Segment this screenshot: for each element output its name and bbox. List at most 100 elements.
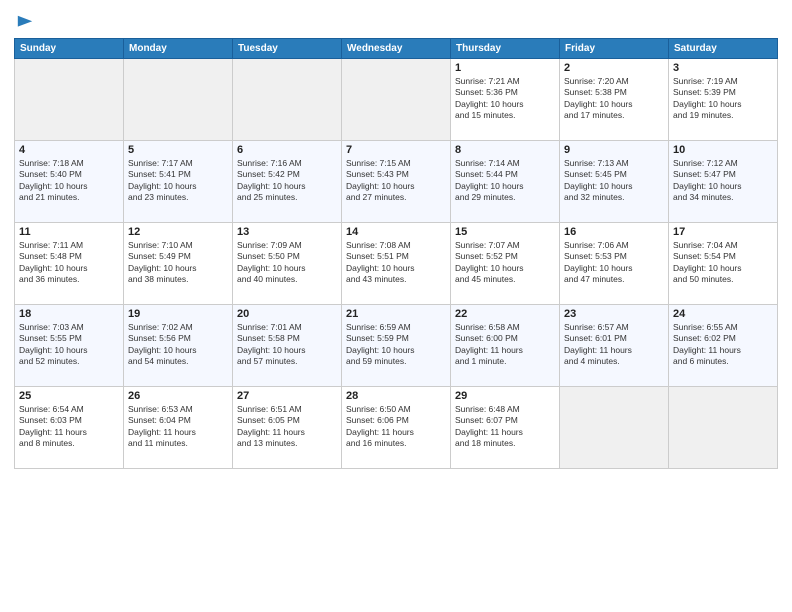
weekday-header-thursday: Thursday (451, 39, 560, 59)
calendar-page: SundayMondayTuesdayWednesdayThursdayFrid… (0, 0, 792, 612)
logo (14, 14, 34, 30)
calendar-cell: 26Sunrise: 6:53 AM Sunset: 6:04 PM Dayli… (124, 387, 233, 469)
day-number: 5 (128, 144, 228, 156)
weekday-header-saturday: Saturday (669, 39, 778, 59)
day-info: Sunrise: 6:53 AM Sunset: 6:04 PM Dayligh… (128, 404, 228, 450)
calendar-week-4: 18Sunrise: 7:03 AM Sunset: 5:55 PM Dayli… (15, 305, 778, 387)
day-number: 21 (346, 308, 446, 320)
day-info: Sunrise: 7:02 AM Sunset: 5:56 PM Dayligh… (128, 322, 228, 368)
day-number: 22 (455, 308, 555, 320)
calendar-cell: 22 Sunrise: 6:58 AM Sunset: 6:00 PM Dayli… (451, 305, 560, 387)
day-info: Sunrise: 6:57 AM Sunset: 6:01 PM Dayligh… (564, 322, 664, 368)
calendar-cell: 28 Sunrise: 6:50 AM Sunset: 6:06 PM Dayli… (342, 387, 451, 469)
calendar-cell: 29 Sunrise: 6:48 AM Sunset: 6:07 PM Dayli… (451, 387, 560, 469)
weekday-header-wednesday: Wednesday (342, 39, 451, 59)
calendar-cell: 7 Sunrise: 7:15 AM Sunset: 5:43 PM Daylig… (342, 141, 451, 223)
calendar-cell: 3 Sunrise: 7:19 AM Sunset: 5:39 PM Daylig… (669, 59, 778, 141)
day-info: Sunrise: 7:14 AM Sunset: 5:44 PM Dayligh… (455, 158, 555, 204)
logo-flag-icon (16, 14, 34, 32)
day-info: Sunrise: 6:51 AM Sunset: 6:05 PM Dayligh… (237, 404, 337, 450)
calendar-cell: 16 Sunrise: 7:06 AM Sunset: 5:53 PM Dayli… (560, 223, 669, 305)
day-info: Sunrise: 6:48 AM Sunset: 6:07 PM Dayligh… (455, 404, 555, 450)
day-info: Sunrise: 7:06 AM Sunset: 5:53 PM Dayligh… (564, 240, 664, 286)
day-info: Sunrise: 7:07 AM Sunset: 5:52 PM Dayligh… (455, 240, 555, 286)
calendar-week-1: 1Sunrise: 7:21 AM Sunset: 5:36 PM Daylig… (15, 59, 778, 141)
weekday-header-friday: Friday (560, 39, 669, 59)
day-info: Sunrise: 7:04 AM Sunset: 5:54 PM Dayligh… (673, 240, 773, 286)
day-number: 25 (19, 390, 119, 402)
day-info: Sunrise: 7:15 AM Sunset: 5:43 PM Dayligh… (346, 158, 446, 204)
day-info: Sunrise: 6:50 AM Sunset: 6:06 PM Dayligh… (346, 404, 446, 450)
day-number: 2 (564, 62, 664, 74)
calendar-cell: 24 Sunrise: 6:55 AM Sunset: 6:02 PM Dayli… (669, 305, 778, 387)
calendar-cell: 9 Sunrise: 7:13 AM Sunset: 5:45 PM Daylig… (560, 141, 669, 223)
day-number: 11 (19, 226, 119, 238)
day-number: 9 (564, 144, 664, 156)
calendar-cell: 10 Sunrise: 7:12 AM Sunset: 5:47 PM Dayli… (669, 141, 778, 223)
day-number: 13 (237, 226, 337, 238)
calendar-cell: 23 Sunrise: 6:57 AM Sunset: 6:01 PM Dayli… (560, 305, 669, 387)
calendar-cell: 2 Sunrise: 7:20 AM Sunset: 5:38 PM Daylig… (560, 59, 669, 141)
day-number: 12 (128, 226, 228, 238)
calendar-cell: 15 Sunrise: 7:07 AM Sunset: 5:52 PM Dayli… (451, 223, 560, 305)
day-info: Sunrise: 7:08 AM Sunset: 5:51 PM Dayligh… (346, 240, 446, 286)
day-number: 3 (673, 62, 773, 74)
day-info: Sunrise: 6:55 AM Sunset: 6:02 PM Dayligh… (673, 322, 773, 368)
calendar-cell: 11 Sunrise: 7:11 AM Sunset: 5:48 PM Dayli… (15, 223, 124, 305)
weekday-header-row: SundayMondayTuesdayWednesdayThursdayFrid… (15, 39, 778, 59)
logo-text (14, 14, 34, 30)
day-number: 7 (346, 144, 446, 156)
calendar-cell: 12 Sunrise: 7:10 AM Sunset: 5:49 PM Dayli… (124, 223, 233, 305)
day-number: 8 (455, 144, 555, 156)
weekday-header-tuesday: Tuesday (233, 39, 342, 59)
header (14, 10, 778, 30)
day-number: 19 (128, 308, 228, 320)
day-number: 15 (455, 226, 555, 238)
day-info: Sunrise: 7:12 AM Sunset: 5:47 PM Dayligh… (673, 158, 773, 204)
day-number: 10 (673, 144, 773, 156)
day-info: Sunrise: 7:09 AM Sunset: 5:50 PM Dayligh… (237, 240, 337, 286)
calendar-cell: 20 Sunrise: 7:01 AM Sunset: 5:58 PM Dayli… (233, 305, 342, 387)
calendar-cell: 19 Sunrise: 7:02 AM Sunset: 5:56 PM Dayli… (124, 305, 233, 387)
calendar-cell: 5 Sunrise: 7:17 AM Sunset: 5:41 PM Daylig… (124, 141, 233, 223)
day-number: 28 (346, 390, 446, 402)
day-number: 14 (346, 226, 446, 238)
calendar-cell: 6 Sunrise: 7:16 AM Sunset: 5:42 PM Daylig… (233, 141, 342, 223)
day-info: Sunrise: 7:20 AM Sunset: 5:38 PM Dayligh… (564, 76, 664, 122)
day-info: Sunrise: 6:58 AM Sunset: 6:00 PM Dayligh… (455, 322, 555, 368)
day-info: Sunrise: 7:01 AM Sunset: 5:58 PM Dayligh… (237, 322, 337, 368)
day-number: 6 (237, 144, 337, 156)
day-info: Sunrise: 7:10 AM Sunset: 5:49 PM Dayligh… (128, 240, 228, 286)
day-number: 4 (19, 144, 119, 156)
calendar-cell (233, 59, 342, 141)
calendar-cell: 25 Sunrise: 6:54 AM Sunset: 6:03 PM Dayli… (15, 387, 124, 469)
calendar-cell (15, 59, 124, 141)
calendar-cell: 14 Sunrise: 7:08 AM Sunset: 5:51 PM Dayli… (342, 223, 451, 305)
day-number: 23 (564, 308, 664, 320)
day-info: Sunrise: 7:17 AM Sunset: 5:41 PM Dayligh… (128, 158, 228, 204)
calendar-week-5: 25 Sunrise: 6:54 AM Sunset: 6:03 PM Dayli… (15, 387, 778, 469)
calendar-cell: 27 Sunrise: 6:51 AM Sunset: 6:05 PM Dayli… (233, 387, 342, 469)
calendar-week-2: 4Sunrise: 7:18 AM Sunset: 5:40 PM Daylig… (15, 141, 778, 223)
day-number: 16 (564, 226, 664, 238)
calendar-cell (560, 387, 669, 469)
day-info: Sunrise: 7:19 AM Sunset: 5:39 PM Dayligh… (673, 76, 773, 122)
calendar-cell: 21 Sunrise: 6:59 AM Sunset: 5:59 PM Dayli… (342, 305, 451, 387)
calendar-cell: 18Sunrise: 7:03 AM Sunset: 5:55 PM Dayli… (15, 305, 124, 387)
day-number: 29 (455, 390, 555, 402)
day-info: Sunrise: 7:16 AM Sunset: 5:42 PM Dayligh… (237, 158, 337, 204)
day-number: 18 (19, 308, 119, 320)
day-info: Sunrise: 6:59 AM Sunset: 5:59 PM Dayligh… (346, 322, 446, 368)
day-info: Sunrise: 6:54 AM Sunset: 6:03 PM Dayligh… (19, 404, 119, 450)
day-number: 20 (237, 308, 337, 320)
calendar-week-3: 11 Sunrise: 7:11 AM Sunset: 5:48 PM Dayli… (15, 223, 778, 305)
day-number: 27 (237, 390, 337, 402)
calendar-cell: 1Sunrise: 7:21 AM Sunset: 5:36 PM Daylig… (451, 59, 560, 141)
day-number: 17 (673, 226, 773, 238)
calendar-cell: 4Sunrise: 7:18 AM Sunset: 5:40 PM Daylig… (15, 141, 124, 223)
calendar-cell: 13 Sunrise: 7:09 AM Sunset: 5:50 PM Dayli… (233, 223, 342, 305)
day-info: Sunrise: 7:11 AM Sunset: 5:48 PM Dayligh… (19, 240, 119, 286)
calendar-cell (342, 59, 451, 141)
day-number: 24 (673, 308, 773, 320)
day-info: Sunrise: 7:13 AM Sunset: 5:45 PM Dayligh… (564, 158, 664, 204)
